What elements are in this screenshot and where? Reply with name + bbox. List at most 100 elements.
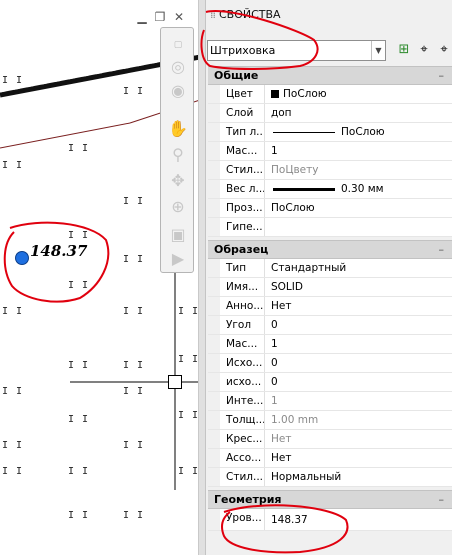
property-row[interactable]: Исхо... 0 [208,354,452,373]
collapse-icon[interactable]: – [439,67,445,84]
wheel-icon[interactable]: ⊕ [166,196,190,218]
pan-hand-icon[interactable]: ✋ [166,118,190,140]
property-value: 148.37 [271,513,308,526]
properties-palette: ⁞⁞ СВОЙСТВА Штриховка ▼ ⊞ ⌖ ⌖ Общие – Цвет… [198,0,452,555]
pattern-mark: I I [68,510,90,521]
pattern-mark: I I [123,86,145,97]
color-swatch-icon [271,90,279,98]
property-grid: Общие – Цвет ПоСлою Слой доп Тип л... ПоСлою… [208,66,452,531]
orbit-3d-icon[interactable]: ✥ [166,170,190,192]
collapse-icon[interactable]: – [439,491,445,508]
property-row[interactable]: Слой доп [208,104,452,123]
section-title: Образец [214,243,269,256]
property-row[interactable]: Цвет ПоСлою [208,85,452,104]
property-row[interactable]: Толщ... 1.00 mm [208,411,452,430]
section-general[interactable]: Общие – [208,66,452,85]
section-title: Геометрия [214,493,282,506]
property-name: Имя... [220,278,265,296]
pattern-mark: I I [68,280,90,291]
palette-side-strip[interactable] [199,0,206,555]
property-name: Мас... [220,142,265,160]
zoom-icon[interactable]: ⚲ [166,144,190,166]
property-value: ПоЦвету [271,164,319,176]
property-value: Нет [271,433,292,445]
box-grip[interactable] [168,375,182,389]
property-name: Анно... [220,297,265,315]
property-name: Проз... [220,199,265,217]
nav-grip-icon[interactable]: ▢ [166,34,190,56]
property-name: Цвет [220,85,265,103]
section-geometry[interactable]: Геометрия – [208,490,452,509]
property-value: 0.30 мм [341,183,384,195]
section-title: Общие [214,69,259,82]
property-row[interactable]: Гипе... [208,218,452,237]
selection-grip[interactable] [15,251,29,265]
lineweight-preview [273,187,335,191]
property-name: Угол [220,316,265,334]
pattern-mark: I I [68,466,90,477]
pattern-mark: I I [2,160,24,171]
property-row[interactable]: Анно... Нет [208,297,452,316]
pattern-mark: I I [2,466,24,477]
pickadd-icon[interactable]: ⌖ [435,40,452,60]
restore-icon[interactable]: ❐ [153,10,167,24]
property-row[interactable]: исхо... 0 [208,373,452,392]
drawing-canvas[interactable]: I I I I I I I I I I I I I I I I I I I I … [0,0,200,555]
quick-select-icon[interactable]: ⊞ [395,40,413,60]
property-value: доп [271,107,292,119]
chevron-down-icon[interactable]: ▼ [371,41,385,60]
property-value: 1 [271,145,278,157]
close-icon[interactable]: ✕ [172,10,186,24]
pattern-mark: I I [178,410,200,421]
pattern-mark: I I [2,75,24,86]
property-value: 1 [271,338,278,350]
collapse-icon[interactable]: – [439,241,445,258]
property-name: Толщ... [220,411,265,429]
property-value: SOLID [271,281,303,293]
property-row[interactable]: Уров... 148.37 [208,509,452,531]
palette-titlebar[interactable]: ⁞⁞ СВОЙСТВА [206,0,452,30]
orbit-icon[interactable]: ◉ [166,80,190,102]
property-row[interactable]: Стил... Нормальный [208,468,452,487]
minimize-icon[interactable]: ▁ [135,10,149,24]
pattern-mark: I I [123,510,145,521]
property-row[interactable]: Инте... 1 [208,392,452,411]
hatch-elevation-text[interactable]: 148.37 [30,242,87,260]
property-name: Крес... [220,430,265,448]
property-value: Нет [271,300,292,312]
property-value: 0 [271,376,278,388]
pattern-mark: I I [68,414,90,425]
pattern-mark: I I [68,230,90,241]
property-row[interactable]: Тип Стандартный [208,259,452,278]
property-value: Нормальный [271,471,342,483]
property-name: Слой [220,104,265,122]
showmotion-icon[interactable]: ▣ [166,224,190,246]
section-pattern[interactable]: Образец – [208,240,452,259]
property-value: 0 [271,319,278,331]
pattern-mark: I I [178,306,200,317]
property-row[interactable]: Мас... 1 [208,142,452,161]
object-type-value: Штриховка [210,44,276,57]
linetype-preview [273,131,335,133]
property-row[interactable]: Тип л... ПоСлою [208,123,452,142]
property-row[interactable]: Крес... Нет [208,430,452,449]
object-type-select[interactable]: Штриховка ▼ [207,40,386,61]
steering-wheel-icon[interactable]: ◎ [166,56,190,78]
property-value: 0 [271,357,278,369]
property-row[interactable]: Имя... SOLID [208,278,452,297]
select-objects-icon[interactable]: ⌖ [415,40,433,60]
drag-handle-icon[interactable]: ⁞⁞ [210,8,216,21]
property-row[interactable]: Стил... ПоЦвету [208,161,452,180]
property-row[interactable]: Угол 0 [208,316,452,335]
property-name: Уров... [220,509,265,530]
property-name: Тип л... [220,123,265,141]
property-value [265,218,452,236]
property-name: Стил... [220,468,265,486]
property-row[interactable]: Ассо... Нет [208,449,452,468]
property-row[interactable]: Проз... ПоСлою [208,199,452,218]
navigation-bar: ▢ ◎ ◉ ✋ ⚲ ✥ ⊕ ▣ ▶ [160,27,194,273]
property-row[interactable]: Мас... 1 [208,335,452,354]
rewind-icon[interactable]: ▶ [166,248,190,270]
pattern-mark: I I [123,196,145,207]
property-row[interactable]: Вес л... 0.30 мм [208,180,452,199]
